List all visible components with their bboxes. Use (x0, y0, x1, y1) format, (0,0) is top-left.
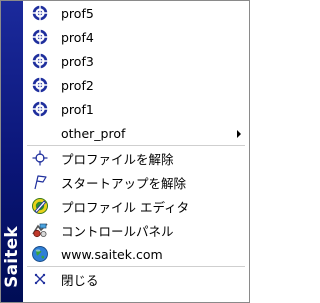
menu-item-label: スタートアップを解除 (61, 175, 187, 191)
menu-item-prof3[interactable]: prof3 (23, 49, 249, 73)
icon-placeholder (31, 124, 49, 142)
crosshair-target-icon (31, 4, 49, 22)
brand-name: Saitek (2, 226, 22, 288)
menu-item-prof4[interactable]: prof4 (23, 25, 249, 49)
menu-item-label: prof1 (61, 101, 94, 117)
menu-item-unload-startup[interactable]: スタートアップを解除 (23, 170, 249, 194)
menu-item-label: prof5 (61, 5, 94, 21)
menu-item-label: other_prof (61, 125, 126, 141)
menu-item-label: prof2 (61, 77, 94, 93)
flag-outline-icon (31, 173, 49, 191)
menu-item-label: プロファイル エディタ (61, 199, 190, 215)
menu-item-unload-profile[interactable]: プロファイルを解除 (23, 146, 249, 170)
brand-logo: Saitek (2, 222, 22, 292)
menu-item-close[interactable]: 閉じる (23, 267, 249, 291)
control-panel-icon (31, 221, 49, 239)
menu-item-profile-editor[interactable]: プロファイル エディタ (23, 194, 249, 218)
menu-item-label: prof3 (61, 53, 94, 69)
brand-sidebar: Saitek (1, 1, 23, 302)
menu-item-label: prof4 (61, 29, 94, 45)
menu-item-prof1[interactable]: prof1 (23, 97, 249, 121)
menu-item-control-panel[interactable]: コントロールパネル (23, 218, 249, 242)
menu-item-website[interactable]: www.saitek.com (23, 242, 249, 266)
menu-item-other-prof[interactable]: other_prof (23, 121, 249, 145)
menu-item-label: 閉じる (61, 272, 99, 288)
crosshair-target-icon (31, 100, 49, 118)
crosshair-target-icon (31, 28, 49, 46)
close-x-icon (31, 270, 49, 288)
crosshair-target-icon (31, 76, 49, 94)
menu-item-prof2[interactable]: prof2 (23, 73, 249, 97)
crosshair-outline-icon (31, 149, 49, 167)
menu-items: prof5 prof4 prof3 prof2 prof1 other_prof… (23, 1, 249, 302)
menu-item-label: プロファイルを解除 (61, 151, 174, 167)
crosshair-target-icon (31, 52, 49, 70)
menu-item-label: コントロールパネル (61, 223, 174, 239)
menu-item-prof5[interactable]: prof5 (23, 1, 249, 25)
tray-context-menu: Saitek prof5 prof4 prof3 prof2 prof1 oth… (0, 0, 250, 303)
globe-icon (31, 245, 49, 263)
submenu-arrow-icon (237, 130, 241, 138)
menu-item-label: www.saitek.com (61, 246, 163, 262)
profile-editor-icon (31, 197, 49, 215)
